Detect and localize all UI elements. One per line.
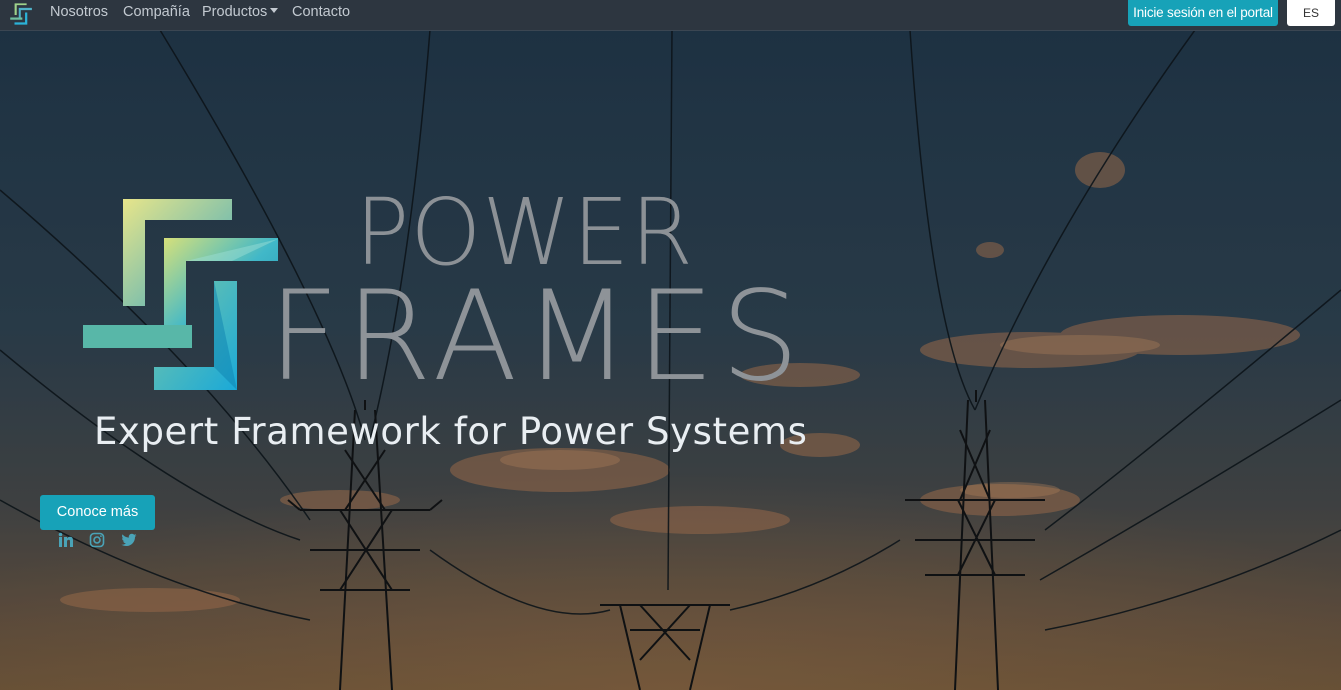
hero-section: POWER FRAMES Expert Framework for Power … xyxy=(0,30,1341,690)
brand-name-frames: FRAMES xyxy=(268,265,806,409)
nav-link-nosotros[interactable]: Nosotros xyxy=(50,4,108,20)
hero-tagline: Expert Framework for Power Systems xyxy=(94,410,808,453)
portal-login-button[interactable]: Inicie sesión en el portal xyxy=(1128,0,1278,26)
linkedin-icon[interactable] xyxy=(58,532,74,548)
language-selector[interactable]: ES xyxy=(1287,0,1335,26)
nav-link-productos-label: Productos xyxy=(202,4,268,20)
nav-link-contacto[interactable]: Contacto xyxy=(292,4,350,20)
instagram-icon[interactable] xyxy=(89,532,105,548)
twitter-icon[interactable] xyxy=(121,532,137,548)
nav-link-productos[interactable]: Productos xyxy=(202,4,279,20)
nav-link-compania[interactable]: Compañía xyxy=(123,4,190,20)
power-frames-logo-icon[interactable] xyxy=(10,3,32,25)
top-navbar: Nosotros Compañía Productos Contacto Ini… xyxy=(0,0,1341,31)
learn-more-button[interactable]: Conoce más xyxy=(40,495,155,530)
power-frames-logo-mark xyxy=(83,199,278,390)
chevron-down-icon xyxy=(270,8,279,13)
